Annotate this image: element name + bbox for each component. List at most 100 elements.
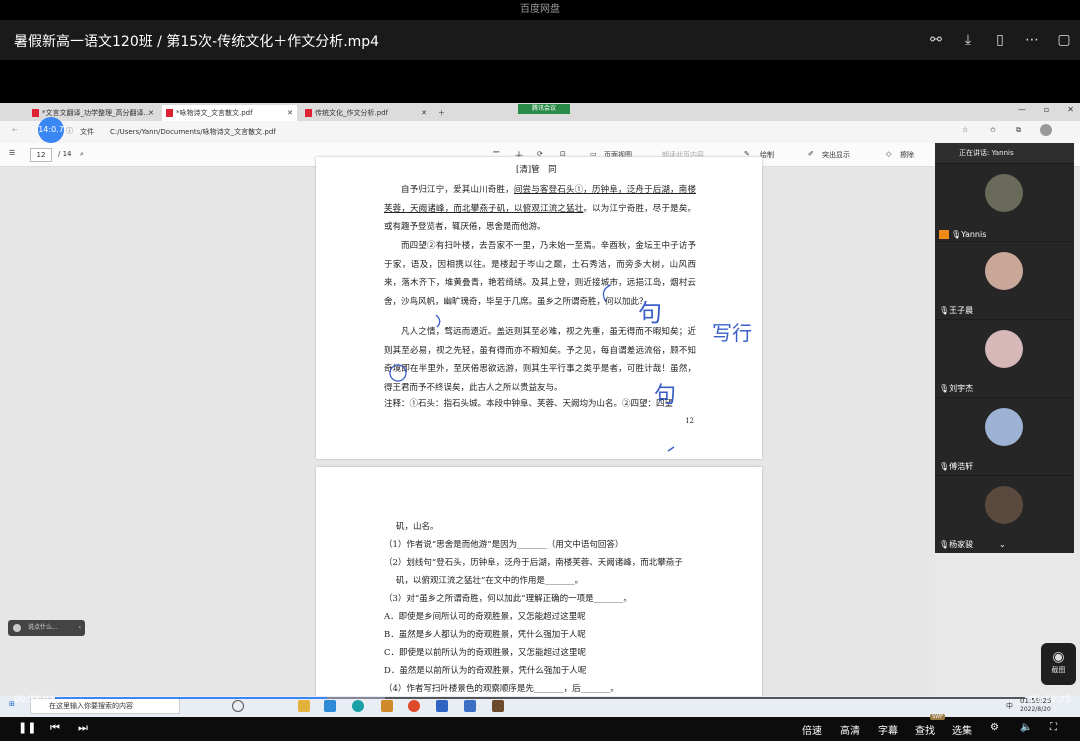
pdf-icon: [305, 109, 312, 117]
player-controls: ❚❚ ⏮ ⏭ 倍速 高清 字幕 查找 SWF 选集 ⚙ 🔈 ⛶: [0, 714, 1080, 741]
avatar: [985, 174, 1023, 212]
avatar: [985, 252, 1023, 290]
option-a: A．即使是乡间所认可的奇观胜景，又怎能超过这里呢: [384, 612, 586, 622]
meeting-sidebar: 正在讲话: Yannis 🎙Yannis 🎙王子晨 🎙刘宇杰 🎙傅浩轩 🎙杨家骏…: [935, 143, 1074, 553]
progress-fill: [55, 697, 327, 699]
app-icon[interactable]: [324, 700, 336, 712]
title-bar: 暑假新高一语文120班 / 第15次-传统文化＋作文分析.mp4 ⚯ ⤓ ▯ ⋯…: [0, 20, 1080, 60]
search-icon[interactable]: ⌕: [80, 150, 84, 159]
previous-icon[interactable]: ⏮: [50, 721, 60, 735]
next-icon[interactable]: ⏭: [78, 721, 88, 735]
collections-icon[interactable]: ⧉: [1016, 126, 1021, 135]
highlight-icon[interactable]: ✐: [808, 150, 814, 158]
settings-icon[interactable]: ⚙: [990, 722, 999, 733]
camera-icon: ◉: [1052, 649, 1065, 665]
close-icon[interactable]: ✕: [148, 105, 154, 121]
explorer-icon[interactable]: [298, 700, 310, 712]
cortana-icon[interactable]: [232, 700, 244, 712]
search-button[interactable]: 查找: [915, 722, 935, 737]
tab-culture[interactable]: 传统文化_作文分析.pdf ✕: [301, 105, 431, 121]
collapse-icon[interactable]: ▢: [1048, 28, 1080, 52]
maximize-icon[interactable]: ▫: [1044, 105, 1049, 114]
video-progress-bar[interactable]: [0, 695, 1080, 701]
share-icon[interactable]: ⚯: [920, 28, 952, 52]
chevron-left-icon[interactable]: ‹: [79, 620, 81, 636]
swf-badge: SWF: [930, 714, 945, 720]
volume-icon[interactable]: 🔈: [1020, 722, 1032, 733]
ink-circle: [389, 364, 407, 382]
address-bar[interactable]: ← ⓘ 文件 C:/Users/Yann/Documents/咏物诗文_文言散文…: [0, 121, 1080, 143]
quality-button[interactable]: 高清: [840, 722, 860, 737]
page-number-input[interactable]: 12: [30, 148, 52, 162]
pdf-page-12: [清]管 同 自予归江宁，爱其山川奇胜，间尝与客登石头①，历钟阜，泛舟于后湖，南…: [316, 157, 762, 459]
text-line: 矶，山名。: [396, 522, 439, 532]
close-icon[interactable]: ✕: [287, 105, 293, 121]
ink-bracket-right: [435, 314, 441, 328]
pdf-page-13: 矶，山名。 （1）作者说“思舍是而他游”是因为_______（用文中语句回答） …: [316, 467, 762, 717]
more-icon[interactable]: ⋯: [1016, 28, 1048, 52]
speed-button[interactable]: 倍速: [802, 722, 822, 737]
address-path[interactable]: C:/Users/Yann/Documents/咏物诗文_文言散文.pdf: [110, 127, 276, 137]
speed-badge[interactable]: 14:0.7: [38, 117, 64, 143]
ink-annotations: [389, 284, 675, 452]
close-icon[interactable]: ✕: [421, 105, 427, 121]
favorites-icon[interactable]: ✩: [990, 126, 996, 134]
subtitle-button[interactable]: 字幕: [878, 722, 898, 737]
comment-pill[interactable]: 说点什么... ‹: [8, 620, 85, 636]
highlight-button[interactable]: 突出显示: [822, 150, 850, 160]
app-icon[interactable]: [381, 700, 393, 712]
app-icon[interactable]: [492, 700, 504, 712]
app-title: 百度网盘: [520, 4, 560, 15]
option-c: C．即使是以前所认为的奇观胜景，又怎能超过这里呢: [384, 648, 587, 658]
video-file-title: 暑假新高一语文120班 / 第15次-传统文化＋作文分析.mp4: [14, 34, 380, 50]
taskbar-lang[interactable]: 中: [1006, 701, 1013, 711]
participant-tile[interactable]: 🎙王子晨: [935, 241, 1074, 319]
app-icon[interactable]: [436, 700, 448, 712]
ink-mark-2: 写行: [712, 321, 752, 345]
video-letterbox-top: [0, 60, 1080, 103]
close-window-icon[interactable]: ✕: [1067, 105, 1074, 114]
current-time: 00:38:02: [14, 695, 55, 705]
total-time: 01:59:25: [1030, 695, 1071, 705]
back-icon[interactable]: ←: [12, 126, 18, 134]
participant-tile[interactable]: 🎙傅浩轩: [935, 397, 1074, 475]
new-tab-button[interactable]: ＋: [436, 105, 450, 121]
question-3: （3）对“虽乡之所谓奇胜，何以加此”理解正确的一项是_______。: [384, 594, 632, 604]
minimize-icon[interactable]: —: [1018, 105, 1026, 114]
participant-tile[interactable]: 🎙刘宇杰: [935, 319, 1074, 397]
question-2: （2）划线句“登石头，历钟阜，泛舟于后湖，南楼芙蓉、天阙诸峰，而北攀燕子: [384, 558, 683, 568]
question-1: （1）作者说“思舍是而他游”是因为_______（用文中语句回答）: [384, 540, 624, 550]
pdf-icon: [32, 109, 39, 117]
ink-mark-1: 句: [638, 299, 662, 327]
meeting-chip[interactable]: 腾讯会议: [518, 104, 570, 114]
download-icon[interactable]: ⤓: [952, 28, 984, 52]
erase-button[interactable]: 擦除: [900, 150, 914, 160]
participant-tile[interactable]: 🎙Yannis: [935, 163, 1074, 241]
edge-icon[interactable]: [352, 700, 364, 712]
tab-poetry[interactable]: *咏物诗文_文言散文.pdf ✕: [162, 105, 297, 121]
avatar: [985, 330, 1023, 368]
word-icon[interactable]: [464, 700, 476, 712]
pdf-icon: [166, 109, 173, 117]
contents-icon[interactable]: ☰: [9, 149, 15, 157]
fullscreen-icon[interactable]: ⛶: [1050, 722, 1057, 733]
pdf-document-area[interactable]: [清]管 同 自予归江宁，爱其山川奇胜，间尝与客登石头①，历钟阜，泛舟于后湖，南…: [0, 157, 935, 717]
avatar: [985, 486, 1023, 524]
ink-mark-3: 句: [654, 383, 677, 408]
erase-icon[interactable]: ◇: [886, 150, 891, 158]
screenshot-button[interactable]: ◉ 截图: [1041, 643, 1076, 685]
draw-button[interactable]: 绘制: [760, 150, 774, 160]
favorite-icon[interactable]: ☆: [962, 126, 968, 134]
pause-icon[interactable]: ❚❚: [18, 721, 36, 734]
chevron-down-icon[interactable]: ⌄: [999, 540, 1006, 549]
episodes-button[interactable]: 选集: [952, 722, 972, 737]
option-b: B．虽然是乡人都认为的奇观胜景，凭什么强加于人呢: [384, 630, 586, 640]
profile-avatar[interactable]: [1040, 124, 1052, 136]
option-d: D．虽然是以前所认为的奇观胜景，凭什么强加于人呢: [384, 666, 587, 676]
ink-bracket-left: [602, 284, 612, 303]
participant-tile[interactable]: 🎙杨家骏 ⌄: [935, 475, 1074, 553]
phone-icon[interactable]: ▯: [984, 28, 1016, 52]
mic-icon: 🎙: [939, 462, 950, 471]
chrome-icon[interactable]: [408, 700, 420, 712]
page-total: / 14: [58, 150, 72, 158]
